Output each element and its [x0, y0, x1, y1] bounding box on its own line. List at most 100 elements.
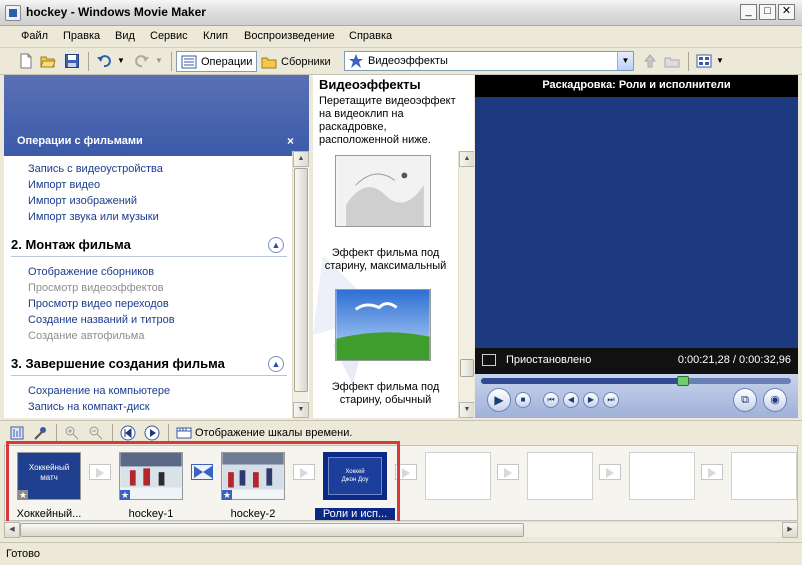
rewind-button[interactable]: ◀: [563, 392, 579, 408]
menu-edit[interactable]: Правка: [63, 30, 100, 42]
collection-select[interactable]: Видеоэффекты ▼: [344, 51, 634, 71]
transition-cell[interactable]: [701, 464, 723, 480]
task-pane-header: Операции с фильмами ×: [4, 75, 309, 156]
set-audio-levels-icon[interactable]: [9, 425, 25, 441]
undo-icon[interactable]: [96, 53, 112, 69]
menu-help[interactable]: Справка: [349, 30, 392, 42]
transition-arrow-icon: [504, 468, 512, 478]
movie-tasks-pane: Операции с фильмами × Запись с видеоустр…: [4, 75, 309, 418]
operations-icon: [181, 55, 197, 68]
empty-storyboard-cell[interactable]: [425, 452, 491, 500]
chevron-down-icon[interactable]: ▼: [617, 52, 633, 70]
empty-storyboard-cell[interactable]: [629, 452, 695, 500]
stop-button[interactable]: ■: [515, 392, 531, 408]
collections-button[interactable]: Сборники: [256, 51, 336, 72]
zoom-out-icon[interactable]: [88, 425, 104, 441]
menu-clip[interactable]: Клип: [203, 30, 228, 42]
scroll-thumb[interactable]: [460, 359, 474, 377]
menu-bar: Файл Правка Вид Сервис Клип Воспроизведе…: [0, 26, 802, 48]
take-picture-button[interactable]: ◉: [763, 388, 787, 412]
new-folder-icon[interactable]: [664, 53, 680, 69]
maximize-button[interactable]: □: [759, 4, 776, 20]
collapse-section-icon[interactable]: ▲: [268, 356, 284, 372]
task-pane-scrollbar[interactable]: ▲ ▼: [292, 151, 309, 418]
scroll-thumb[interactable]: [294, 168, 308, 392]
scroll-left-arrow[interactable]: ◀: [4, 522, 20, 538]
collection-title: Видеоэффекты: [319, 77, 421, 92]
preview-status-bar: Приостановлено 0:00:21,28 / 0:00:32,96: [475, 348, 798, 374]
redo-dropdown-icon[interactable]: ▼: [155, 56, 163, 65]
transition-cell[interactable]: [497, 464, 519, 480]
folder-icon: [261, 57, 277, 68]
save-project-icon[interactable]: [64, 53, 80, 69]
rewind-storyboard-icon[interactable]: [120, 425, 136, 441]
effect-thumbnail: [335, 155, 431, 227]
redo-icon[interactable]: [134, 53, 150, 69]
scroll-down-arrow[interactable]: ▼: [459, 402, 474, 418]
toolbar-separator: [688, 52, 689, 71]
collapse-section-icon[interactable]: ▲: [268, 237, 284, 253]
task-link-show-collections[interactable]: Отображение сборников: [28, 266, 154, 278]
scroll-up-arrow[interactable]: ▲: [459, 151, 474, 167]
scroll-up-arrow[interactable]: ▲: [293, 151, 309, 167]
timeline-view-icon[interactable]: [176, 425, 192, 441]
close-pane-icon[interactable]: ×: [287, 134, 294, 148]
task-link-import-pictures[interactable]: Импорт изображений: [28, 195, 137, 207]
menu-view[interactable]: Вид: [115, 30, 135, 42]
forward-button[interactable]: ▶: [583, 392, 599, 408]
title-bar[interactable]: hockey - Windows Movie Maker _ □ ✕: [0, 0, 802, 26]
task-link-save-to-computer[interactable]: Сохранение на компьютере: [28, 385, 170, 397]
new-project-icon[interactable]: [18, 53, 34, 69]
seek-thumb[interactable]: [676, 376, 689, 386]
task-link-capture-video[interactable]: Запись с видеоустройства: [28, 163, 163, 175]
transition-cell[interactable]: [599, 464, 621, 480]
task-link-make-titles[interactable]: Создание названий и титров: [28, 314, 175, 326]
transition-arrow-icon: [402, 468, 410, 478]
views-icon[interactable]: [696, 53, 712, 69]
minimize-button[interactable]: _: [740, 4, 757, 20]
task-link-import-video[interactable]: Импорт видео: [28, 179, 100, 191]
menu-tools[interactable]: Сервис: [150, 30, 188, 42]
undo-dropdown-icon[interactable]: ▼: [117, 56, 125, 65]
video-effects-star-icon: [349, 54, 363, 68]
next-frame-button[interactable]: ⏭: [603, 392, 619, 408]
scroll-right-arrow[interactable]: ▶: [782, 522, 798, 538]
menu-file[interactable]: Файл: [21, 30, 48, 42]
play-button[interactable]: ▶: [487, 388, 511, 412]
scroll-down-arrow[interactable]: ▼: [293, 402, 309, 418]
menu-playback[interactable]: Воспроизведение: [244, 30, 335, 42]
narrate-timeline-icon[interactable]: [33, 425, 49, 441]
operations-button[interactable]: Операции: [176, 51, 258, 72]
collection-select-value: Видеоэффекты: [368, 55, 448, 67]
task-link-import-audio[interactable]: Импорт звука или музыки: [28, 211, 159, 223]
section-finish-movie[interactable]: 3. Завершение создания фильма: [11, 356, 225, 371]
scroll-thumb[interactable]: [20, 523, 524, 537]
task-link-burn-cd[interactable]: Запись на компакт-диск: [28, 401, 150, 413]
show-timeline-toggle[interactable]: Отображение шкалы времени.: [195, 427, 352, 439]
empty-storyboard-cell[interactable]: [731, 452, 797, 500]
split-clip-button[interactable]: ⧉: [733, 388, 757, 412]
views-dropdown-icon[interactable]: ▼: [716, 56, 724, 65]
monitor-status-icon: [482, 354, 496, 366]
close-button[interactable]: ✕: [778, 4, 795, 20]
section-divider: [11, 256, 287, 257]
section-edit-movie[interactable]: 2. Монтаж фильма: [11, 237, 131, 252]
zoom-in-icon[interactable]: [64, 425, 80, 441]
seek-bar-fill: [481, 378, 683, 384]
empty-storyboard-cell[interactable]: [527, 452, 593, 500]
task-link-view-transitions[interactable]: Просмотр видео переходов: [28, 298, 169, 310]
seek-bar[interactable]: [481, 376, 791, 386]
up-level-icon[interactable]: [642, 53, 658, 69]
previous-frame-button[interactable]: ⏮: [543, 392, 559, 408]
collection-scrollbar[interactable]: ▲ ▼: [458, 151, 474, 418]
storyboard-scrollbar[interactable]: ◀ ▶: [4, 521, 798, 538]
play-storyboard-icon[interactable]: [144, 425, 160, 441]
effect-item[interactable]: Эффект фильма под старину, максимальный: [313, 153, 458, 273]
effect-item[interactable]: Эффект фильма под старину, обычный: [313, 287, 458, 407]
effect-thumbnail: [335, 289, 431, 361]
open-project-icon[interactable]: [40, 53, 56, 69]
preview-title-bar: Раскадровка: Роли и исполнители: [475, 75, 798, 97]
status-bar: Готово: [0, 542, 802, 565]
playback-status: Приостановлено: [506, 354, 592, 366]
window-title: hockey - Windows Movie Maker: [26, 5, 206, 19]
